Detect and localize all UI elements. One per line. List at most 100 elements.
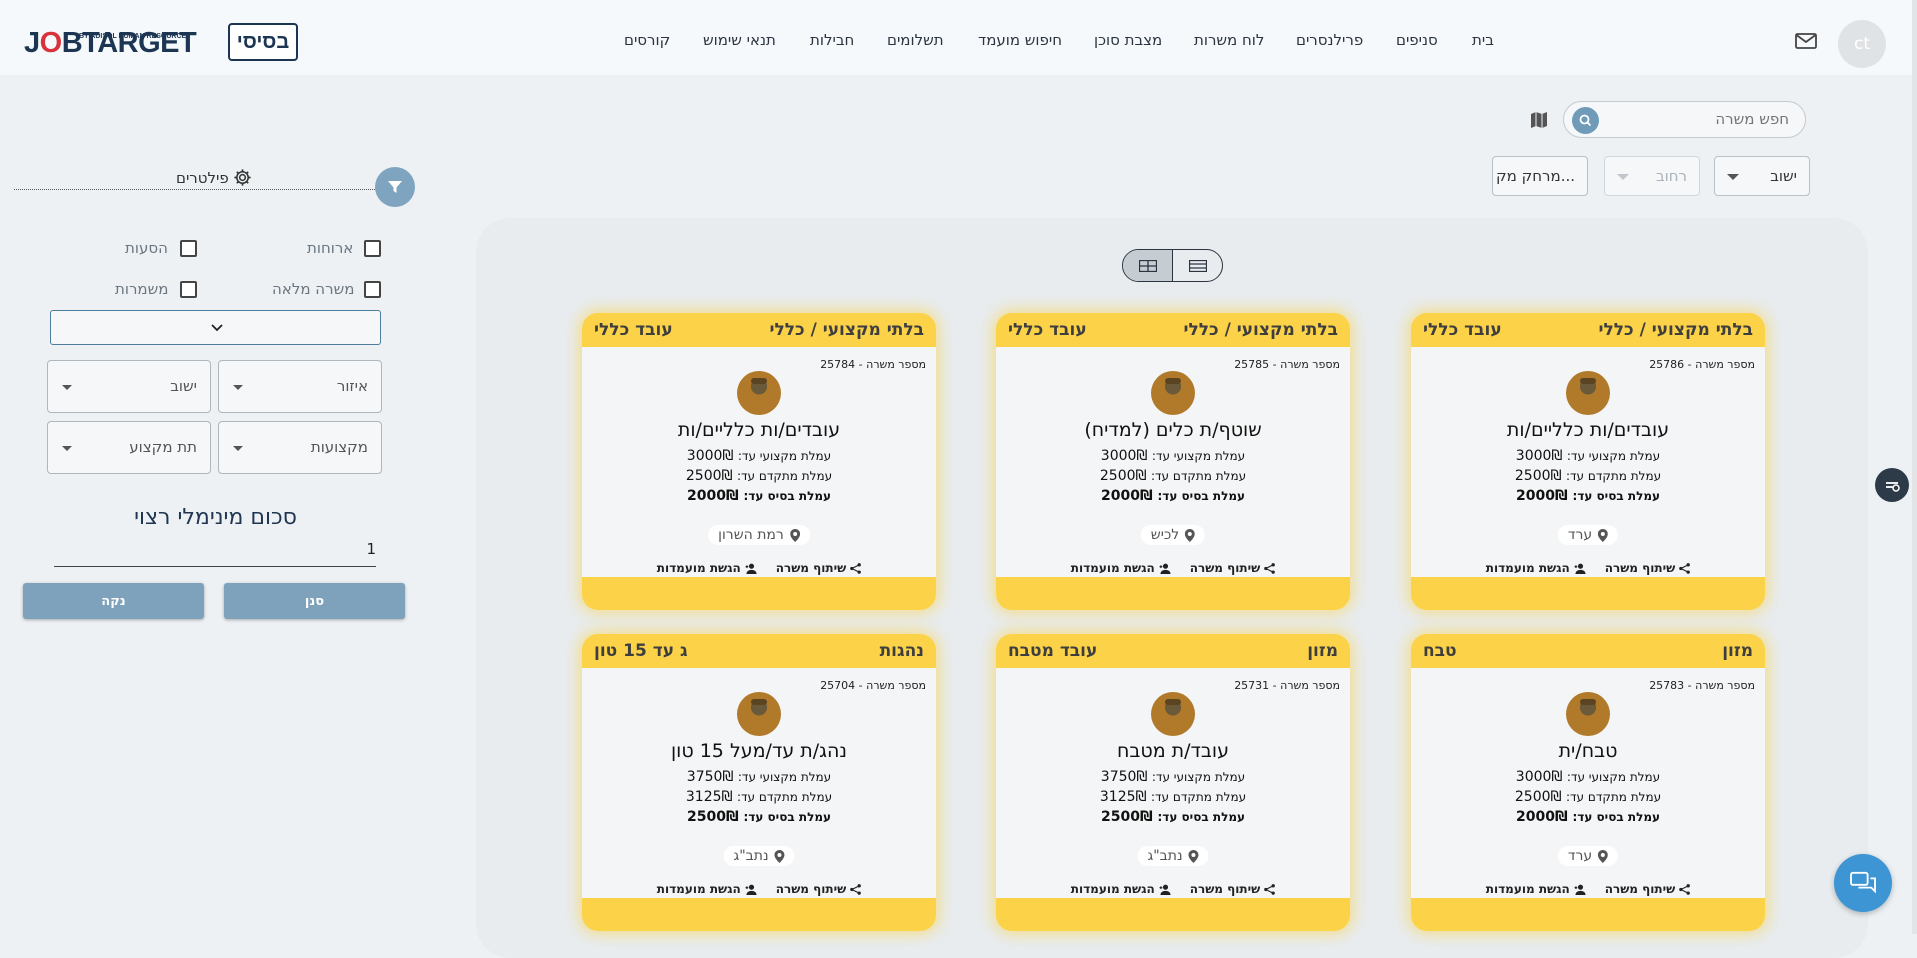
grid-view-icon[interactable] [1123,250,1173,281]
filters-divider [14,189,375,190]
share-job-button[interactable]: שיתוף משרה [1605,561,1691,575]
job-role: ג עד 15 טון [594,641,688,661]
apply-button[interactable]: הגשת מועמדות [1486,561,1587,575]
job-category: מזון [1307,641,1338,661]
professions-dropdown[interactable]: מקצועות [218,421,382,474]
job-title: שוטף/ת כלים (למדיח) [1084,419,1262,441]
job-title: טבח/ית [1558,740,1618,762]
filters-title[interactable]: פילטרים [176,168,252,187]
user-avatar[interactable]: ct [1838,20,1886,68]
jobtarget-logo[interactable]: JOBTARGET [24,20,197,66]
job-location: נתב"ג [1137,846,1209,866]
job-card[interactable]: נהגות ג עד 15 טון מספר משרה - 25704 נהג/ת… [582,634,936,931]
base-fee: עמלת בסיס עד: 2500₪ [1101,809,1245,825]
settlement-filter-dropdown[interactable]: ישוב [47,360,211,413]
nav-candidate-search[interactable]: חיפוש מועמד [978,31,1062,53]
job-image [1566,371,1610,415]
nav-branches[interactable]: סניפים [1396,31,1438,53]
job-category: בלתי מקצועי / כללי [1183,320,1338,340]
job-image [1151,692,1195,736]
nav-agent-status[interactable]: מצבת סוכן [1094,31,1162,53]
map-icon[interactable] [1529,110,1549,130]
card-actions: שיתוף משרה הגשת מועמדות [582,561,936,575]
view-toggle [1122,249,1223,282]
search-icon[interactable] [1572,107,1599,134]
apply-button[interactable]: הגשת מועמדות [657,561,758,575]
job-search-input[interactable] [1627,109,1791,129]
min-amount-input[interactable]: 1 [54,538,376,567]
distance-field[interactable]: מרחק מק... [1492,156,1588,196]
base-fee: עמלת בסיס עד: 2000₪ [1516,809,1660,825]
share-job-button[interactable]: שיתוף משרה [776,882,862,896]
scrollbar[interactable] [1912,0,1917,934]
category-select[interactable] [50,310,381,345]
apply-button[interactable]: הגשת מועמדות [657,882,758,896]
share-job-button[interactable]: שיתוף משרה [776,561,862,575]
clear-button[interactable]: נקה [23,583,204,619]
job-role: עובד כללי [1008,320,1087,340]
mail-icon[interactable] [1795,33,1817,49]
nav-home[interactable]: בית [1472,31,1494,53]
apply-button[interactable]: הגשת מועמדות [1486,882,1587,896]
card-header: מזון עובד מטבח [996,634,1350,668]
apply-button[interactable]: הגשת מועמדות [1071,561,1172,575]
add-person-icon [745,884,757,895]
transport-checkbox[interactable] [180,240,197,257]
add-person-icon [1159,563,1171,574]
nav-packages[interactable]: חבילות [810,31,854,53]
apply-button[interactable]: הגשת מועמדות [1071,882,1172,896]
job-title: עובד/ת מטבח [1117,740,1229,762]
meals-checkbox[interactable] [364,240,381,257]
list-view-icon[interactable] [1173,250,1222,281]
min-amount-title: סכום מינימלי רצוי [134,505,297,530]
job-card[interactable]: מזון עובד מטבח מספר משרה - 25731 עובד/ת מ… [996,634,1350,931]
accessibility-widget[interactable] [1875,468,1909,502]
advanced-fee: עמלת מתקדם עד: 3125₪ [685,789,833,805]
street-dropdown[interactable]: רחוב [1604,156,1700,196]
pin-icon [1598,528,1609,542]
nav-payments[interactable]: תשלומים [887,31,944,53]
filter-icon[interactable] [375,167,415,207]
full-time-checkbox[interactable] [364,281,381,298]
nav-freelancers[interactable]: פרילנסרים [1296,31,1363,53]
job-card[interactable]: בלתי מקצועי / כללי עובד כללי מספר משרה - … [1411,313,1765,610]
sub-profession-dropdown[interactable]: תת מקצוע [47,421,211,474]
shifts-checkbox[interactable] [180,281,197,298]
job-image [1151,371,1195,415]
pin-icon [774,849,785,863]
card-body: מספר משרה - 25786 עובדים/ות כלליים/ות עמ… [1411,347,1765,577]
add-person-icon [745,563,757,574]
share-job-button[interactable]: שיתוף משרה [1190,561,1276,575]
share-icon [1264,562,1276,574]
job-image [737,692,781,736]
card-actions: שיתוף משרה הגשת מועמדות [1411,882,1765,896]
nav-courses[interactable]: קורסים [624,31,670,53]
card-header: נהגות ג עד 15 טון [582,634,936,668]
base-fee: עמלת בסיס עד: 2000₪ [1101,488,1245,504]
job-location: נתב"ג [723,846,795,866]
card-body: מספר משרה - 25785 שוטף/ת כלים (למדיח) עמ… [996,347,1350,577]
job-card[interactable]: בלתי מקצועי / כללי עובד כללי מספר משרה - … [582,313,936,610]
card-actions: שיתוף משרה הגשת מועמדות [582,882,936,896]
region-dropdown[interactable]: איזור [218,360,382,413]
settlement-dropdown[interactable]: ישוב [1714,156,1810,196]
top-navigation-bar: JOBTARGET BY ADISOL HUMAN RESOURCE בסיסי… [0,0,1917,75]
job-card[interactable]: בלתי מקצועי / כללי עובד כללי מספר משרה - … [996,313,1350,610]
job-location: ערד [1557,846,1619,866]
share-icon [850,883,862,895]
chat-icon[interactable] [1834,854,1892,912]
job-role: עובד כללי [1423,320,1502,340]
nav-terms[interactable]: תנאי שימוש [703,31,776,53]
job-category: בלתי מקצועי / כללי [769,320,924,340]
job-role: טבח [1423,641,1457,661]
job-card[interactable]: מזון טבח מספר משרה - 25783 טבח/ית עמלת מק… [1411,634,1765,931]
card-header: מזון טבח [1411,634,1765,668]
logo-subtitle: BY ADISOL HUMAN RESOURCE [79,33,187,40]
add-person-icon [1159,884,1171,895]
pin-icon [1188,849,1199,863]
nav-job-board[interactable]: לוח משרות [1194,31,1264,53]
share-job-button[interactable]: שיתוף משרה [1190,882,1276,896]
card-body: מספר משרה - 25783 טבח/ית עמלת מקצועי עד:… [1411,668,1765,898]
filter-button[interactable]: סנן [224,583,405,619]
share-job-button[interactable]: שיתוף משרה [1605,882,1691,896]
